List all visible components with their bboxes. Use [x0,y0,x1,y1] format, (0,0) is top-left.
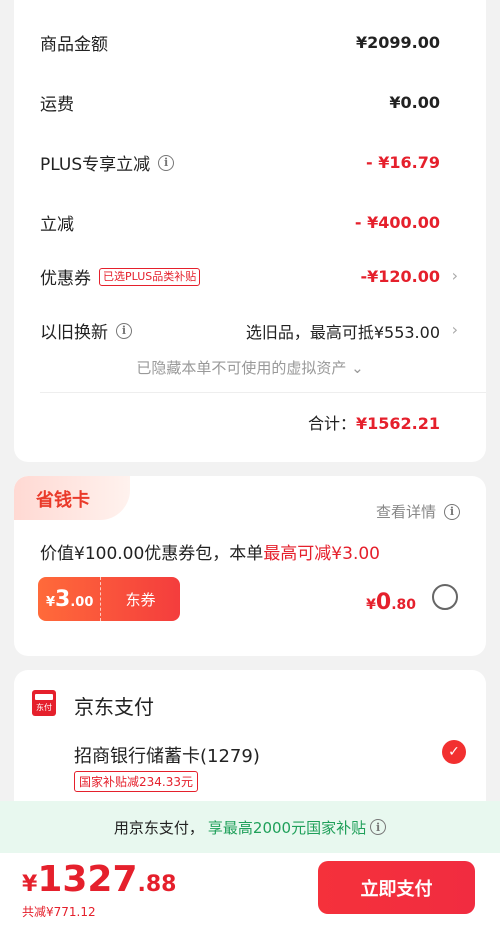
coupon-row[interactable]: 优惠券 已选PLUS品类补贴 -¥120.00 [40,264,440,289]
savings-card-radio[interactable] [432,584,458,610]
jd-coupon-chip: ¥3.00 东券 [38,577,180,621]
plus-discount-row: PLUS专享立减 i - ¥16.79 [40,150,440,175]
total-saved: 共减¥771.12 [22,905,96,919]
trade-in-label: 以旧换新 [40,323,108,343]
final-price: ¥1327.88 [22,859,177,900]
view-details-link[interactable]: 查看详情 i [376,501,460,522]
bank-card-option[interactable]: 招商银行储蓄卡(1279) [74,742,260,768]
subsidy-tag: 国家补贴减234.33元 [74,771,198,792]
checkout-bar: ¥1327.88 共减¥771.12 立即支付 [0,853,500,935]
savings-desc-text: 价值¥100.00优惠券包，本单 [40,544,264,564]
shipping-label: 运费 [40,95,74,115]
savings-card: 省钱卡 查看详情 i 价值¥100.00优惠券包，本单最高可减¥3.00 ¥3.… [14,476,486,656]
checkmark-icon[interactable]: ✓ [442,740,466,764]
coupon-dec: .00 [70,594,94,610]
info-icon[interactable]: i [370,819,387,835]
payment-title: 京东支付 [74,695,154,719]
pay-now-button[interactable]: 立即支付 [318,861,475,914]
subsidy-banner-highlight: 享最高2000元国家补贴 [207,818,367,837]
shipping-row: 运费 ¥0.00 [40,90,440,115]
price-symbol: ¥ [366,597,376,613]
chevron-right-icon[interactable]: › [452,320,458,339]
total-value: ¥1562.21 [355,414,440,433]
coupon-amount: ¥3.00 [38,587,100,612]
jd-pay-icon: 东付 [32,690,56,716]
coupon-label: 优惠券 [40,269,91,289]
subsidy-banner-text: 用京东支付， [113,818,204,837]
coupon-value: -¥120.00 [360,267,440,286]
info-icon[interactable]: i [158,154,175,171]
final-price-dec: .88 [137,872,177,897]
goods-amount-value: ¥2099.00 [355,33,440,52]
info-icon[interactable]: i [116,322,132,339]
subsidy-banner: 用京东支付， 享最高2000元国家补贴 i [0,801,500,853]
goods-amount-label: 商品金额 [40,35,108,55]
final-price-int: 1327 [37,859,138,900]
savings-description: 价值¥100.00优惠券包，本单最高可减¥3.00 [40,539,380,564]
coupon-type-label: 东券 [125,590,156,609]
savings-card-price: ¥0.80 [366,590,416,615]
view-details-text: 查看详情 [375,503,436,521]
coupon-tag: 已选PLUS品类补贴 [99,267,201,286]
chevron-right-icon[interactable]: › [452,266,458,285]
trade-in-value: 选旧品，最高可抵¥553.00 [245,322,440,342]
hidden-assets-toggle[interactable]: 已隐藏本单不可使用的虚拟资产 ⌄ [14,357,486,378]
total-row: 合计：¥1562.21 [308,410,440,434]
instant-discount-label: 立减 [40,215,74,235]
plus-discount-value: - ¥16.79 [366,153,440,172]
coupon-int: 3 [55,586,71,612]
savings-title: 省钱卡 [36,490,90,511]
info-icon: i [444,503,460,520]
hidden-assets-text: 已隐藏本单不可使用的虚拟资产 [136,359,347,377]
coupon-symbol: ¥ [46,594,56,610]
shipping-value: ¥0.00 [389,93,440,112]
total-label: 合计： [307,414,356,433]
instant-discount-value: - ¥400.00 [354,213,440,232]
order-summary-card: 商品金额 ¥2099.00 运费 ¥0.00 PLUS专享立减 i - ¥16.… [14,0,486,462]
trade-in-row[interactable]: 以旧换新 i 选旧品，最高可抵¥553.00 [40,318,440,343]
goods-amount-row: 商品金额 ¥2099.00 [40,30,440,55]
price-dec: .80 [391,597,416,613]
final-price-symbol: ¥ [22,872,38,897]
price-int: 0 [375,590,392,615]
savings-desc-highlight: 最高可减¥3.00 [263,544,380,564]
chevron-down-icon: ⌄ [351,359,364,377]
instant-discount-row: 立减 - ¥400.00 [40,210,440,235]
divider [40,392,486,393]
plus-discount-label: PLUS专享立减 [40,155,151,175]
